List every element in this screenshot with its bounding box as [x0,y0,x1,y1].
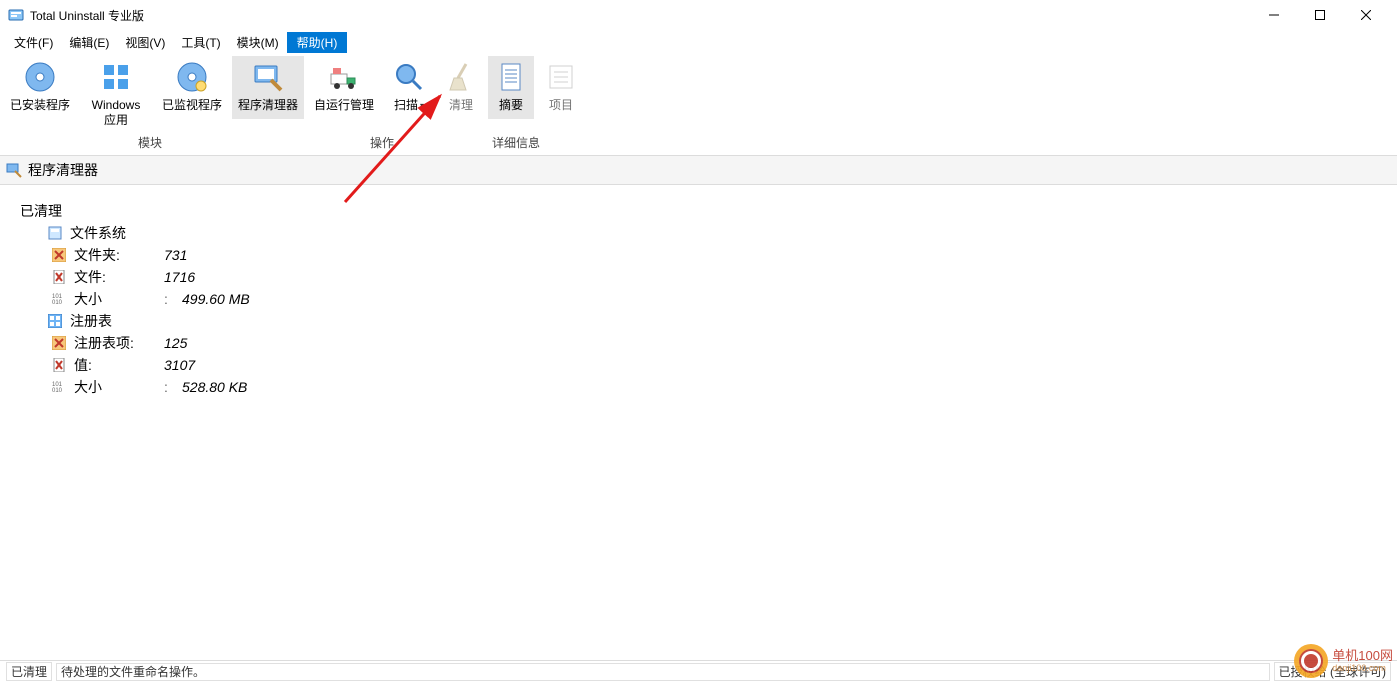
menu-modules[interactable]: 模块(M) [229,32,287,53]
ribbon-label: 已安装程序 [10,98,70,113]
list-icon [544,60,578,94]
ribbon-label: 项目 [549,98,573,113]
ribbon-label: 自运行管理 [314,98,374,113]
ribbon-autorun[interactable]: 自运行管理 [308,56,380,119]
svg-text:010: 010 [52,388,63,394]
monitor-brush-icon [6,162,22,178]
title-bar: Total Uninstall 专业版 [0,0,1397,30]
watermark-logo-icon [1294,644,1328,678]
tree-reg-size[interactable]: 101010 大小 : 528.80 KB [52,377,1377,397]
kv-value: 3107 [164,357,195,373]
kv-value: 125 [164,335,187,351]
watermark: 单机100网 danji100.com [1294,644,1393,678]
ribbon-scan[interactable]: 扫描▾ [384,56,434,119]
ribbon-label: 清理 [449,98,473,113]
ribbon-label: 程序清理器 [238,98,298,113]
tree-fs-size[interactable]: 101010 大小 : 499.60 MB [52,289,1377,309]
app-icon [8,7,24,23]
folder-del-icon [52,248,66,262]
kv-sep: : [164,291,182,307]
status-bar: 已清理 待处理的文件重命名操作。 已授权给 (全球许可) [0,660,1397,682]
tree-reg-node[interactable]: 注册表 [36,311,1377,331]
truck-icon [327,60,361,94]
menu-edit[interactable]: 编辑(E) [61,32,117,53]
kv-value: 1716 [164,269,195,285]
ribbon-installed[interactable]: 已安装程序 [4,56,76,119]
maximize-button[interactable] [1297,0,1343,30]
kv-label: 文件夹: [74,245,164,265]
status-left: 已清理 [6,662,52,681]
menu-file[interactable]: 文件(F) [6,32,61,53]
menu-bar: 文件(F) 编辑(E) 视图(V) 工具(T) 模块(M) 帮助(H) [0,30,1397,54]
tree-fs-node[interactable]: 文件系统 [36,223,1377,243]
ribbon-project[interactable]: 项目 [538,56,584,119]
panel-header: 程序清理器 [0,155,1397,185]
tree-fs-files[interactable]: 文件: 1716 [52,267,1377,287]
binary-icon: 101010 [52,292,66,306]
tree-reg-values[interactable]: 值: 3107 [52,355,1377,375]
menu-view[interactable]: 视图(V) [117,32,173,53]
binary-icon: 101010 [52,380,66,394]
kv-label: 文件: [74,267,164,287]
regvalue-del-icon [52,358,66,372]
monitor-brush-icon [251,60,285,94]
ribbon-group-ops: 操作 [296,134,468,151]
close-button[interactable] [1343,0,1389,30]
cd-monitor-icon [175,60,209,94]
chevron-down-icon: ▾ [420,101,424,110]
panel-title: 程序清理器 [28,160,98,180]
filesystem-icon [48,226,62,240]
kv-label: 大小 [74,289,164,309]
tree-root-cleaned[interactable]: 已清理 [20,201,1377,221]
tree-fs-folders[interactable]: 文件夹: 731 [52,245,1377,265]
ribbon-label: 摘要 [499,98,523,113]
kv-value: 499.60 MB [182,291,250,307]
windows-tiles-icon [99,60,133,94]
tree-fs-label: 文件系统 [70,223,126,243]
window-title: Total Uninstall 专业版 [30,7,144,24]
ribbon-group-modules: 模块 [4,134,296,151]
kv-value: 528.80 KB [182,379,247,395]
watermark-text: 单机100网 [1332,649,1393,663]
tree-reg-label: 注册表 [70,311,112,331]
status-message: 待处理的文件重命名操作。 [56,663,1270,681]
kv-label: 大小 [74,377,164,397]
tree-root-label: 已清理 [20,201,62,221]
magnifier-icon [392,60,426,94]
ribbon-label: Windows 应用 [92,98,141,128]
ribbon-label: 扫描 [394,98,418,113]
kv-sep: : [164,379,182,395]
ribbon-toolbar: 已安装程序 Windows 应用 已监视程序 程序清理器 自运行管理 扫描▾ 清… [0,54,1397,134]
regkey-del-icon [52,336,66,350]
ribbon-group-details: 详细信息 [468,134,564,151]
menu-help[interactable]: 帮助(H) [287,32,348,53]
tree-reg-items[interactable]: 注册表项: 125 [52,333,1377,353]
registry-icon [48,314,62,328]
kv-label: 注册表项: [74,333,164,353]
ribbon-cleaner[interactable]: 程序清理器 [232,56,304,119]
broom-icon [444,60,478,94]
content-area: 已清理 文件系统 文件夹: 731 文件: 1716 [0,185,1397,645]
file-del-icon [52,270,66,284]
document-icon [494,60,528,94]
ribbon-label: 已监视程序 [162,98,222,113]
ribbon-clean[interactable]: 清理 [438,56,484,119]
kv-label: 值: [74,355,164,375]
ribbon-summary[interactable]: 摘要 [488,56,534,119]
watermark-subtext: danji100.com [1332,663,1393,673]
minimize-button[interactable] [1251,0,1297,30]
kv-value: 731 [164,247,187,263]
svg-text:010: 010 [52,300,63,306]
ribbon-monitored[interactable]: 已监视程序 [156,56,228,119]
ribbon-winapps[interactable]: Windows 应用 [80,56,152,134]
menu-tools[interactable]: 工具(T) [173,32,228,53]
cd-icon [23,60,57,94]
